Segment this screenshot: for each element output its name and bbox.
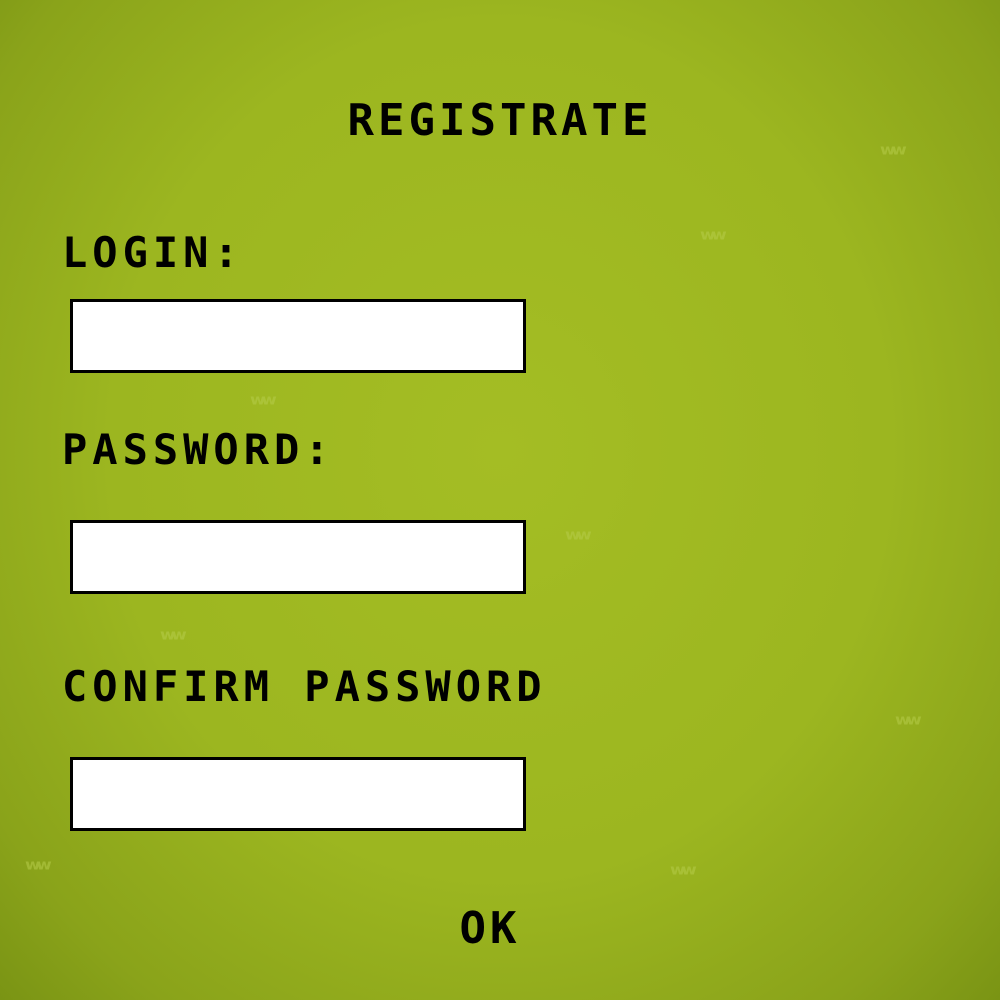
login-label: LOGIN:: [62, 228, 244, 277]
password-input[interactable]: [70, 520, 526, 594]
confirm-password-label: CONFIRM PASSWORD: [62, 662, 547, 711]
grass-tuft-decoration: ʷʷ: [670, 860, 697, 890]
grass-tuft-decoration: ʷʷ: [160, 625, 187, 655]
ok-button[interactable]: OK: [440, 898, 540, 958]
login-input[interactable]: [70, 299, 526, 373]
grass-tuft-decoration: ʷʷ: [25, 855, 52, 885]
grass-tuft-decoration: ʷʷ: [250, 390, 277, 420]
password-label: PASSWORD:: [62, 425, 335, 474]
confirm-password-input[interactable]: [70, 757, 526, 831]
grass-background: [0, 0, 1000, 1000]
grass-tuft-decoration: ʷʷ: [895, 710, 922, 740]
grass-tuft-decoration: ʷʷ: [700, 225, 727, 255]
page-title: REGISTRATE: [347, 95, 653, 146]
grass-tuft-decoration: ʷʷ: [565, 525, 592, 555]
